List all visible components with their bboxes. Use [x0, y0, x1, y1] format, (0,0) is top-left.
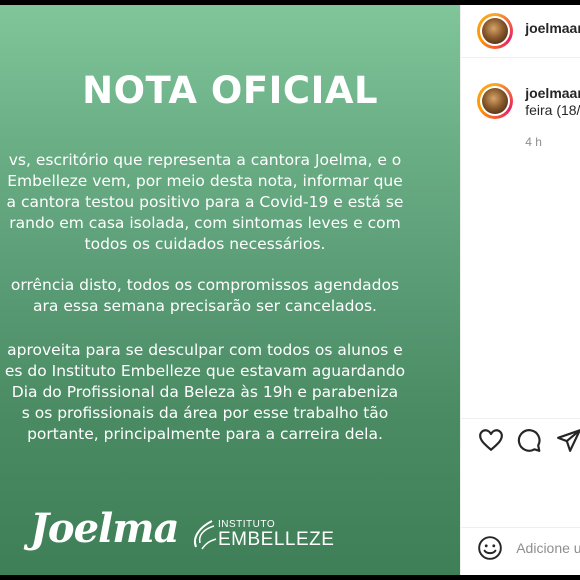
text-line: es do Instituto Embelleze que estavam ag…	[4, 362, 406, 380]
comment-input[interactable]: Adicione u	[516, 540, 580, 556]
smiley-icon[interactable]	[477, 535, 503, 561]
post-sidebar: joelmaar joelmaar feira (18/ 4 h Adicion…	[460, 5, 580, 575]
paragraph-3: aproveita para se desculpar com todos os…	[0, 340, 450, 445]
text-line: ara essa semana precisarão ser cancelado…	[33, 297, 377, 315]
post-title: NOTA OFICIAL	[82, 69, 379, 112]
text-line: orrência disto, todos os compromissos ag…	[10, 276, 400, 294]
avatar[interactable]	[477, 13, 514, 49]
embelleze-swirl-icon	[194, 520, 217, 550]
caption-username[interactable]: joelmaar	[525, 85, 580, 101]
post-header: joelmaar	[461, 5, 580, 58]
divider	[461, 418, 580, 419]
text-line: s os profissionais da área por esse trab…	[21, 404, 389, 422]
joelma-logo: Joelma	[30, 505, 179, 552]
comment-avatar[interactable]	[477, 83, 514, 119]
paragraph-2: orrência disto, todos os compromissos ag…	[0, 275, 450, 317]
text-line: todos os cuidados necessários.	[84, 235, 326, 253]
instagram-post-view: NOTA OFICIAL vs, escritório que represen…	[0, 5, 580, 575]
text-line: Dia do Profissional da Beleza às 19h e p…	[11, 383, 399, 401]
text-line: Embelleze vem, por meio desta nota, info…	[7, 172, 403, 190]
logo-big-text: EMBELLEZE	[218, 529, 335, 550]
post-timestamp[interactable]: 4 h	[525, 135, 542, 149]
paper-plane-icon[interactable]	[556, 427, 580, 453]
header-username[interactable]: joelmaar	[525, 20, 580, 36]
comment-icon[interactable]	[516, 427, 542, 453]
text-line: a cantora testou positivo para a Covid-1…	[6, 193, 404, 211]
text-line: vs, escritório que representa a cantora …	[8, 151, 402, 169]
caption-text: feira (18/	[525, 102, 580, 118]
paragraph-1: vs, escritório que representa a cantora …	[0, 150, 450, 255]
divider	[461, 527, 580, 528]
text-line: aproveita para se desculpar com todos os…	[7, 341, 403, 359]
text-line: portante, principalmente para a carreira…	[27, 425, 383, 443]
post-image: NOTA OFICIAL vs, escritório que represen…	[0, 5, 461, 575]
text-line: rando em casa isolada, com sintomas leve…	[9, 214, 401, 232]
heart-icon[interactable]	[478, 427, 504, 453]
